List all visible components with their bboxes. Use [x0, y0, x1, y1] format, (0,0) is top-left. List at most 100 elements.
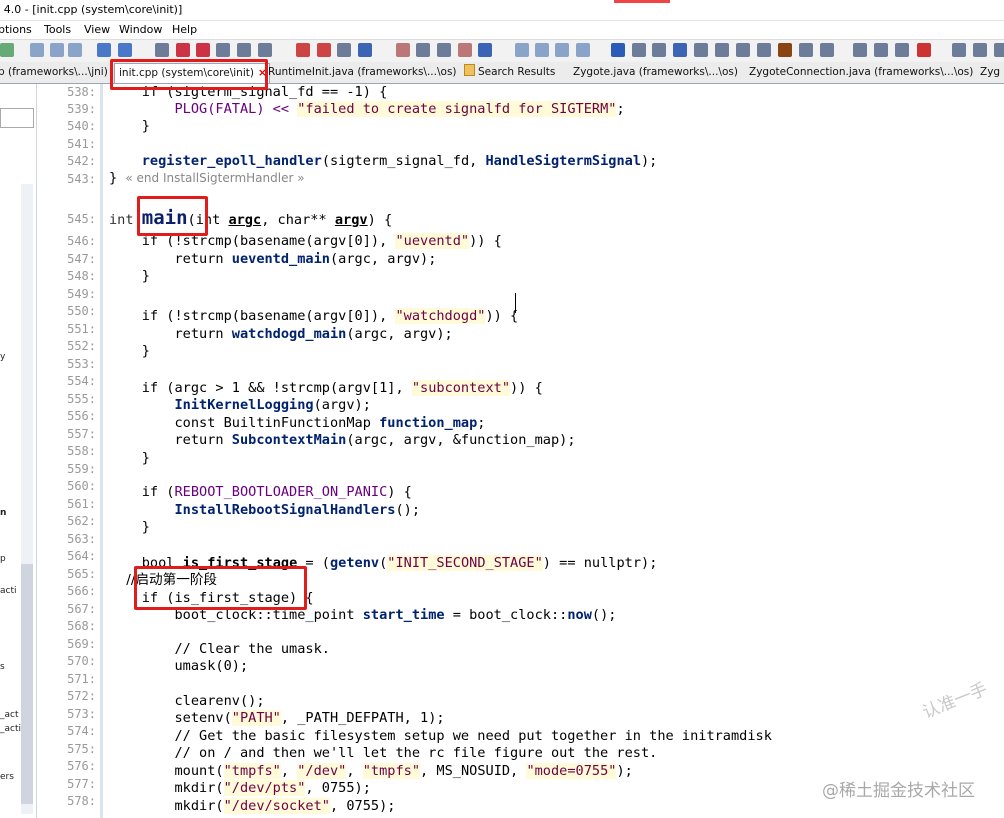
close-icon[interactable]: [917, 43, 931, 57]
symbol-item[interactable]: ers: [0, 772, 14, 782]
toolbar-icon[interactable]: [358, 43, 372, 57]
line-number: 557:: [67, 427, 96, 441]
toolbar-icon[interactable]: [515, 43, 529, 57]
line-number: 552:: [67, 339, 96, 353]
toolbar-icon[interactable]: [30, 43, 44, 57]
toolbar-icon[interactable]: [952, 43, 966, 57]
tab-zygoteconnection-java[interactable]: ZygoteConnection.java (frameworks\...\os…: [749, 63, 979, 82]
toolbar-icon[interactable]: [458, 43, 472, 57]
toolbar-icon[interactable]: [176, 43, 190, 57]
toolbar-icon[interactable]: [196, 43, 210, 57]
tab-label: RuntimeInit.java (frameworks\...\os): [268, 66, 457, 78]
toolbar-icon[interactable]: [68, 43, 82, 57]
toolbar-icon[interactable]: [611, 43, 625, 57]
toolbar-icon[interactable]: [237, 43, 251, 57]
code-text: const BuiltinFunctionMap: [109, 415, 380, 431]
toolbar-icon[interactable]: [973, 43, 987, 57]
toolbar-icon[interactable]: [535, 43, 549, 57]
menu-options[interactable]: ptions: [0, 21, 32, 39]
code-function: now: [567, 607, 592, 623]
toolbar-icon[interactable]: [799, 43, 813, 57]
code-comment: // on / and then we'll let the rc file f…: [109, 745, 658, 761]
code-editor[interactable]: if (sigterm_signal_fd == -1) { PLOG(FATA…: [109, 84, 1004, 818]
line-number: 542:: [67, 154, 96, 168]
symbol-item[interactable]: _acti: [0, 724, 21, 734]
bookmark-icon[interactable]: [317, 43, 331, 57]
code-line: } « end InstallSigtermHandler »: [109, 170, 305, 187]
toolbar-icon[interactable]: [0, 43, 14, 57]
code-text: = boot_clock::: [444, 607, 568, 623]
toolbar-icon[interactable]: [258, 43, 272, 57]
line-number: 558:: [67, 444, 96, 458]
toolbar-icon[interactable]: [50, 43, 64, 57]
toolbar-icon[interactable]: [853, 43, 867, 57]
tab-zygote-java[interactable]: Zygote.java (frameworks\...\os): [573, 63, 743, 82]
code-line: }: [109, 118, 150, 135]
bookmark-icon[interactable]: [296, 43, 310, 57]
line-number: 569:: [67, 637, 96, 651]
menu-view[interactable]: View: [84, 21, 110, 39]
code-text: ;: [477, 415, 486, 431]
toolbar-icon[interactable]: [576, 43, 590, 57]
symbol-scrollbar-thumb[interactable]: [21, 564, 33, 804]
tab-jni-file[interactable]: p (frameworks\...\jni): [0, 63, 108, 82]
toolbar-icon[interactable]: [396, 43, 410, 57]
toolbar-icon[interactable]: [652, 43, 666, 57]
code-text: if (: [109, 484, 175, 500]
toolbar-icon[interactable]: [555, 43, 569, 57]
toolbar-icon[interactable]: [994, 43, 1004, 57]
symbol-item[interactable]: n: [0, 508, 6, 518]
code-text: , MS_NOSUID,: [420, 763, 527, 779]
line-number: 578:: [67, 794, 96, 808]
toolbar-icon[interactable]: [715, 43, 729, 57]
code-text: , 0755);: [329, 798, 396, 814]
code-line: mkdir("/dev/socket", 0755);: [109, 798, 395, 815]
annotation-box-tab: [110, 59, 268, 90]
code-function: ueventd_main: [231, 251, 330, 267]
code-comment: // Clear the umask.: [109, 641, 330, 657]
code-text: setenv(: [109, 710, 232, 726]
symbol-item[interactable]: s: [0, 662, 5, 672]
code-text: , char**: [261, 212, 335, 228]
toolbar-icon[interactable]: [895, 43, 909, 57]
toolbar-icon[interactable]: [757, 43, 771, 57]
toolbar-icon[interactable]: [820, 43, 834, 57]
code-text: mkdir(: [109, 798, 224, 814]
toolbar-icon[interactable]: [694, 43, 708, 57]
toolbar-icon[interactable]: [673, 43, 687, 57]
code-line: setenv("PATH", _PATH_DEFPATH, 1);: [109, 710, 445, 727]
tab-search-results[interactable]: Search Results: [464, 63, 564, 82]
toolbar-icon[interactable]: [778, 43, 792, 57]
line-number: 550:: [67, 304, 96, 318]
tab-runtimeinit-java[interactable]: RuntimeInit.java (frameworks\...\os): [268, 63, 458, 82]
symbol-search-input[interactable]: [0, 108, 34, 128]
toolbar-icon[interactable]: [155, 43, 169, 57]
menu-tools[interactable]: Tools: [44, 21, 71, 39]
line-number: 571:: [67, 672, 96, 686]
toolbar-icon[interactable]: [437, 43, 451, 57]
code-text: return: [109, 326, 232, 342]
symbol-item[interactable]: p: [0, 554, 6, 564]
toolbar-icon[interactable]: [478, 43, 492, 57]
code-string: "ueventd": [395, 233, 470, 249]
code-text: mount(: [109, 763, 224, 779]
toolbar-icon[interactable]: [632, 43, 646, 57]
symbol-item[interactable]: acti: [0, 586, 17, 596]
toolbar-icon[interactable]: [874, 43, 888, 57]
toolbar-icon[interactable]: [416, 43, 430, 57]
code-text: }: [109, 450, 150, 466]
toolbar-icon[interactable]: [337, 43, 351, 57]
undo-icon[interactable]: [97, 43, 111, 57]
code-text: (sigterm_signal_fd,: [321, 153, 486, 169]
symbol-item[interactable]: y: [0, 352, 5, 362]
menu-help[interactable]: Help: [172, 21, 197, 39]
symbol-item[interactable]: _act: [0, 710, 19, 720]
redo-icon[interactable]: [118, 43, 132, 57]
menu-bar: ptions Tools View Window Help: [0, 21, 1004, 39]
tab-zygote-more[interactable]: Zyg: [980, 63, 1004, 82]
toolbar-icon[interactable]: [216, 43, 230, 57]
line-number: 564:: [67, 549, 96, 563]
toolbar-icon[interactable]: [736, 43, 750, 57]
menu-window[interactable]: Window: [119, 21, 162, 39]
